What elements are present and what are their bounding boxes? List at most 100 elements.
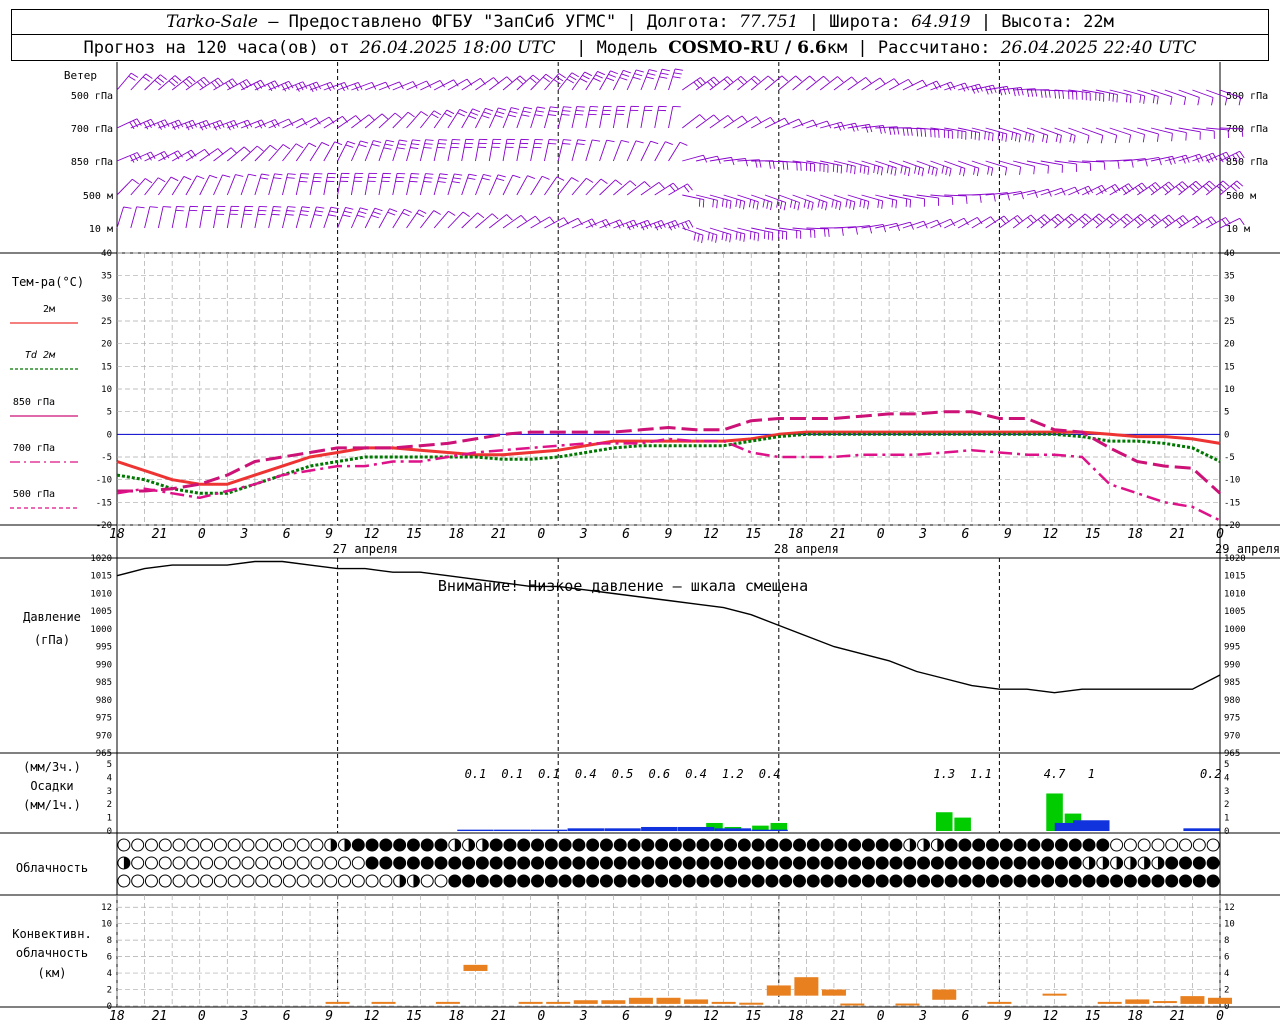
temp-tick-right: 5 bbox=[1224, 408, 1229, 418]
wind-barb-flag bbox=[330, 206, 339, 210]
wind-barb bbox=[240, 206, 246, 229]
wind-barb-flag bbox=[535, 110, 544, 113]
cloud-symbol bbox=[1082, 838, 1096, 852]
wind-barb-flag bbox=[902, 127, 905, 136]
cloud-symbol bbox=[930, 874, 944, 888]
wind-barb-flag bbox=[576, 143, 585, 146]
wind-barb-flag bbox=[192, 120, 197, 128]
hour-tick-label: 9 bbox=[325, 527, 333, 542]
cloud-symbol bbox=[944, 856, 958, 870]
wind-barb bbox=[323, 173, 329, 196]
wind-barb-flag bbox=[683, 185, 690, 193]
wind-barb-flag bbox=[1051, 218, 1058, 226]
wind-barb-flag bbox=[702, 199, 705, 208]
wind-barb-flag bbox=[261, 173, 270, 176]
wind-barb-flag bbox=[301, 206, 310, 209]
cloud-symbol bbox=[848, 856, 862, 870]
precip-bar-1h bbox=[714, 828, 752, 831]
cloud-symbol bbox=[310, 838, 324, 852]
cloud-symbol bbox=[1192, 874, 1206, 888]
wind-barb-flag bbox=[1185, 132, 1187, 141]
wind-barb-flag bbox=[355, 115, 362, 122]
wind-barb-flag bbox=[271, 213, 280, 216]
wind-barb bbox=[654, 182, 674, 196]
cloud-symbol bbox=[503, 856, 517, 870]
wind-barb-flag bbox=[768, 160, 771, 169]
hour-tick-label: 18 bbox=[449, 527, 465, 542]
wind-barb-flag bbox=[1197, 97, 1200, 106]
precip-bar-1h bbox=[641, 826, 678, 831]
precip-tick-left: 4 bbox=[107, 773, 112, 783]
wind-barb bbox=[475, 213, 493, 229]
pressure-tick-right: 1005 bbox=[1224, 607, 1246, 617]
wind-barb bbox=[337, 207, 346, 229]
cloud-symbol bbox=[1165, 874, 1179, 888]
wind-barb-flag bbox=[548, 142, 557, 145]
wind-barb-flag bbox=[563, 106, 572, 108]
wind-barb-flag bbox=[823, 228, 826, 237]
wind-barb-flag bbox=[549, 216, 555, 224]
wind-level-label-right: 500 м bbox=[1226, 191, 1256, 202]
conv-title-1: Конвективн. bbox=[12, 927, 91, 941]
cloud-symbol bbox=[986, 838, 1000, 852]
cloud-symbol bbox=[1179, 838, 1193, 852]
wind-barb-flag bbox=[921, 168, 925, 177]
wind-barb-flag bbox=[1112, 213, 1120, 220]
wind-barb-flag bbox=[321, 142, 330, 147]
wind-barb-flag bbox=[1151, 184, 1158, 191]
cloud-symbol bbox=[682, 856, 696, 870]
wind-barb bbox=[1040, 187, 1062, 196]
cloud-symbol bbox=[544, 874, 558, 888]
wind-barb-flag bbox=[674, 68, 684, 71]
wind-barb bbox=[406, 173, 412, 196]
wind-barb-flag bbox=[851, 76, 858, 83]
cloud-symbol bbox=[462, 874, 476, 888]
conv-bar bbox=[1208, 997, 1232, 1004]
wind-barb bbox=[668, 183, 688, 196]
wind-barb-flag bbox=[1154, 214, 1161, 221]
conv-tick-right: 10 bbox=[1224, 920, 1235, 930]
cloud-symbol bbox=[1096, 874, 1110, 888]
conv-tick-left: 4 bbox=[107, 969, 112, 979]
wind-barb-flag bbox=[1108, 92, 1111, 101]
cloud-symbol bbox=[1137, 874, 1151, 888]
cloud-symbol bbox=[296, 874, 310, 888]
wind-barb-flag bbox=[684, 221, 690, 229]
cloud-symbol bbox=[765, 856, 779, 870]
wind-barb bbox=[502, 107, 512, 129]
wind-barb-flag bbox=[553, 79, 561, 85]
cloud-symbol bbox=[1027, 856, 1041, 870]
wind-barb-flag bbox=[693, 232, 696, 241]
cloud-symbol bbox=[834, 874, 848, 888]
wind-barb-flag bbox=[1016, 87, 1020, 96]
wind-barb-flag bbox=[214, 79, 221, 87]
pressure-tick-right: 995 bbox=[1224, 643, 1240, 653]
wind-barb-flag bbox=[757, 233, 760, 242]
wind-barb-flag bbox=[644, 181, 651, 188]
wind-barb bbox=[654, 69, 663, 91]
hour-tick-label-bottom: 21 bbox=[491, 1009, 507, 1024]
precip-total-label: 0.4 bbox=[685, 767, 707, 781]
temp-legend-label: 850 гПа bbox=[13, 397, 55, 408]
wind-barb-flag bbox=[163, 206, 172, 208]
precip-tick-left: 2 bbox=[107, 800, 112, 810]
wind-barb-flag bbox=[906, 127, 909, 136]
wind-barb bbox=[157, 176, 172, 196]
wind-barb-flag bbox=[1057, 213, 1065, 221]
wind-barb-flag bbox=[481, 177, 490, 181]
wind-barb-flag bbox=[1011, 132, 1014, 141]
wind-barb-flag bbox=[781, 75, 789, 82]
wind-barb bbox=[171, 176, 185, 196]
wind-barb-flag bbox=[248, 173, 257, 177]
hour-tick-label: 9 bbox=[665, 527, 673, 542]
wind-barb-flag bbox=[446, 109, 455, 115]
wind-barb bbox=[1068, 213, 1086, 229]
wind-barb-flag bbox=[128, 75, 136, 81]
hour-tick-label-bottom: 12 bbox=[703, 1009, 719, 1024]
hour-tick-label-bottom: 3 bbox=[579, 1009, 588, 1024]
wind-barb bbox=[599, 70, 611, 91]
wind-barb-flag bbox=[178, 119, 184, 128]
cloud-symbol bbox=[751, 838, 765, 852]
hour-tick-label-bottom: 0 bbox=[1216, 1009, 1224, 1024]
wind-barb-flag bbox=[235, 174, 244, 177]
